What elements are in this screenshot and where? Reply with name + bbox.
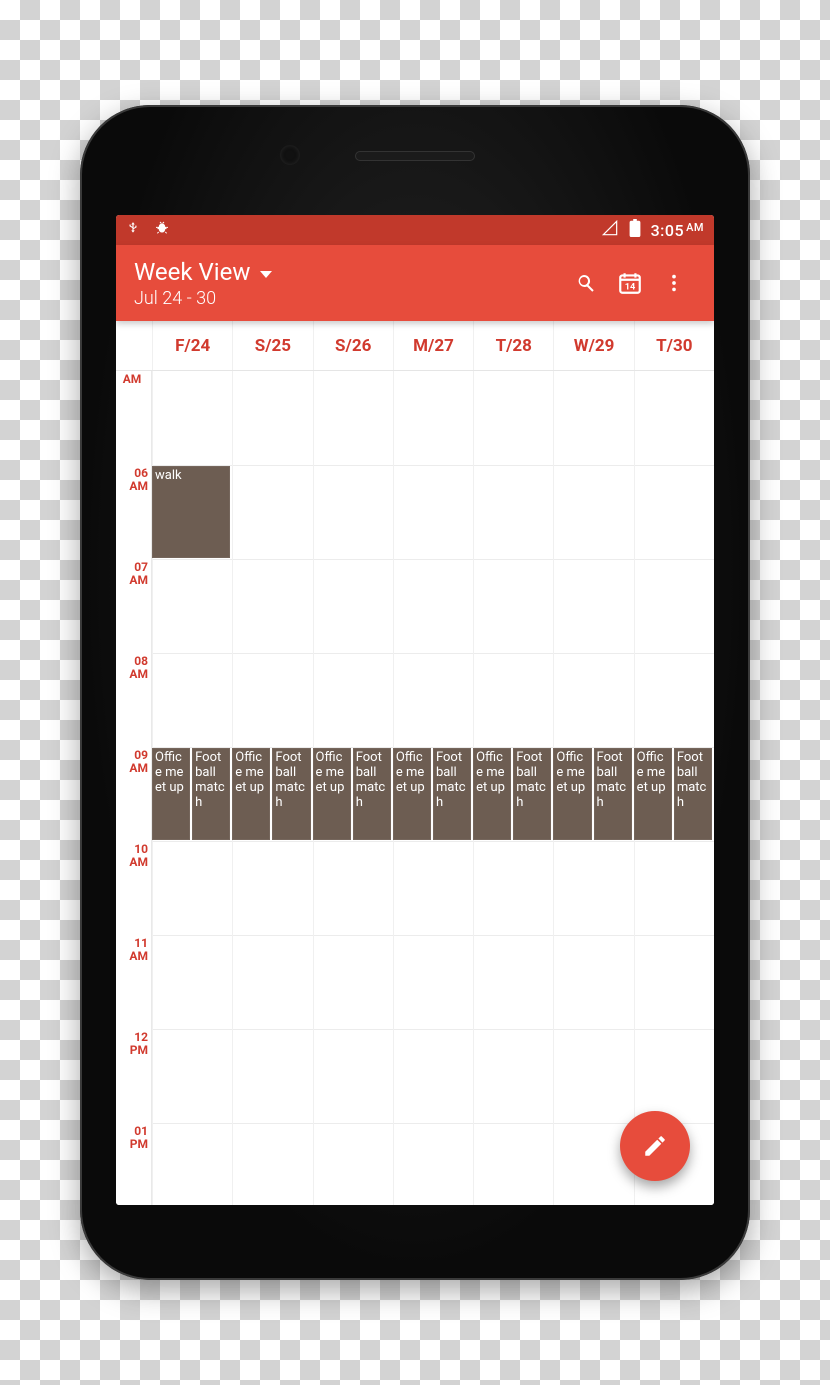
calendar-event[interactable]: Football match <box>272 748 310 840</box>
actionbar-subtitle: Jul 24 - 30 <box>134 288 272 309</box>
hour-label: 07AM <box>116 561 152 586</box>
more-vert-icon <box>663 272 685 294</box>
day-header-cell[interactable]: S/25 <box>232 321 312 370</box>
hour-label: 11AM <box>116 937 152 962</box>
status-time: 3:05AM <box>651 221 704 240</box>
calendar-event[interactable]: Office meet up <box>393 748 431 840</box>
calendar-grid[interactable]: walkOffice meet upFootball matchOffice m… <box>116 371 714 1205</box>
calendar-event[interactable]: Football match <box>433 748 471 840</box>
search-icon <box>574 271 598 295</box>
day-header-cell[interactable]: T/28 <box>473 321 553 370</box>
hour-label: 10AM <box>116 843 152 868</box>
calendar-event[interactable]: Office meet up <box>553 748 591 840</box>
hour-label: 08AM <box>116 655 152 680</box>
day-header-cell[interactable]: S/26 <box>313 321 393 370</box>
hour-label: 01PM <box>116 1125 152 1150</box>
overflow-button[interactable] <box>652 261 696 305</box>
calendar-event[interactable]: Office meet up <box>152 748 190 840</box>
day-header-cell[interactable]: T/30 <box>634 321 714 370</box>
grid-rows: walkOffice meet upFootball matchOffice m… <box>152 371 714 1205</box>
calendar-icon: 14 <box>617 270 643 296</box>
calendar-event[interactable]: Football match <box>594 748 632 840</box>
phone-camera <box>280 145 300 165</box>
calendar-event[interactable]: Office meet up <box>313 748 351 840</box>
actionbar-title: Week View <box>134 258 250 286</box>
hour-label: 12PM <box>116 1031 152 1056</box>
day-header-cell[interactable]: F/24 <box>152 321 232 370</box>
phone-speaker <box>355 151 475 161</box>
add-event-fab[interactable] <box>620 1111 690 1181</box>
hour-label: AM <box>116 373 152 386</box>
action-bar: Week View Jul 24 - 30 14 <box>116 245 714 321</box>
today-button[interactable]: 14 <box>608 261 652 305</box>
calendar-event[interactable]: Football match <box>192 748 230 840</box>
view-switcher[interactable]: Week View Jul 24 - 30 <box>134 258 272 309</box>
pencil-icon <box>642 1133 668 1159</box>
day-header-cell[interactable]: M/27 <box>393 321 473 370</box>
debug-icon <box>154 219 170 241</box>
day-header-gutter <box>116 321 152 370</box>
calendar-event[interactable]: Football match <box>353 748 391 840</box>
day-header-cell[interactable]: W/29 <box>553 321 633 370</box>
usb-icon <box>126 219 140 241</box>
calendar-event[interactable]: Football match <box>513 748 551 840</box>
status-bar: 3:05AM <box>116 215 714 245</box>
screen: 3:05AM Week View Jul 24 - 30 <box>116 215 714 1205</box>
hour-label: 09AM <box>116 749 152 774</box>
hour-gutter <box>116 371 152 1205</box>
phone-frame: 3:05AM Week View Jul 24 - 30 <box>80 105 750 1280</box>
battery-icon <box>629 219 641 241</box>
hour-label: 06AM <box>116 467 152 492</box>
search-button[interactable] <box>564 261 608 305</box>
calendar-event[interactable]: Football match <box>674 748 712 840</box>
calendar-event[interactable]: Office meet up <box>232 748 270 840</box>
svg-text:14: 14 <box>625 282 636 293</box>
dropdown-caret-icon <box>260 271 272 278</box>
calendar-event[interactable]: Office meet up <box>634 748 672 840</box>
signal-icon <box>601 220 619 240</box>
calendar-event[interactable]: Office meet up <box>473 748 511 840</box>
calendar-event[interactable]: walk <box>152 466 230 558</box>
day-header-row: F/24 S/25 S/26 M/27 T/28 W/29 T/30 <box>116 321 714 371</box>
